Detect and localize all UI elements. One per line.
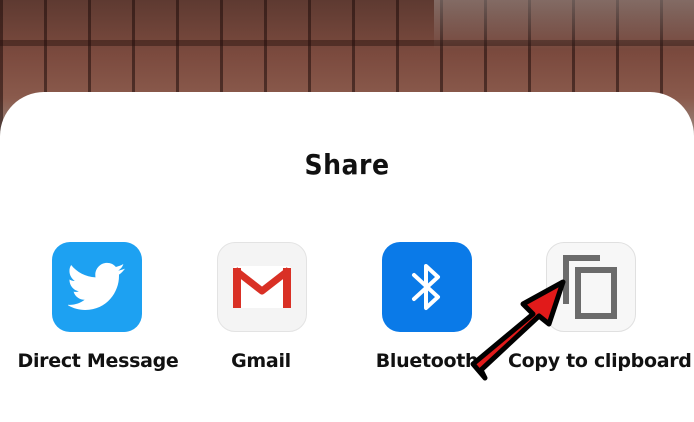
red-arrow-pointer xyxy=(470,279,566,381)
share-target-direct-message[interactable] xyxy=(52,242,142,332)
share-target-label-direct-message: Direct Message xyxy=(17,350,179,372)
share-sheet-title: Share xyxy=(304,148,390,181)
background-photo-sky xyxy=(434,0,694,50)
twitter-bird-icon xyxy=(68,262,126,310)
share-target-label-gmail: Gmail xyxy=(231,350,291,372)
gmail-envelope-icon xyxy=(232,266,292,308)
bluetooth-icon xyxy=(412,264,440,310)
share-target-gmail[interactable] xyxy=(217,242,307,332)
